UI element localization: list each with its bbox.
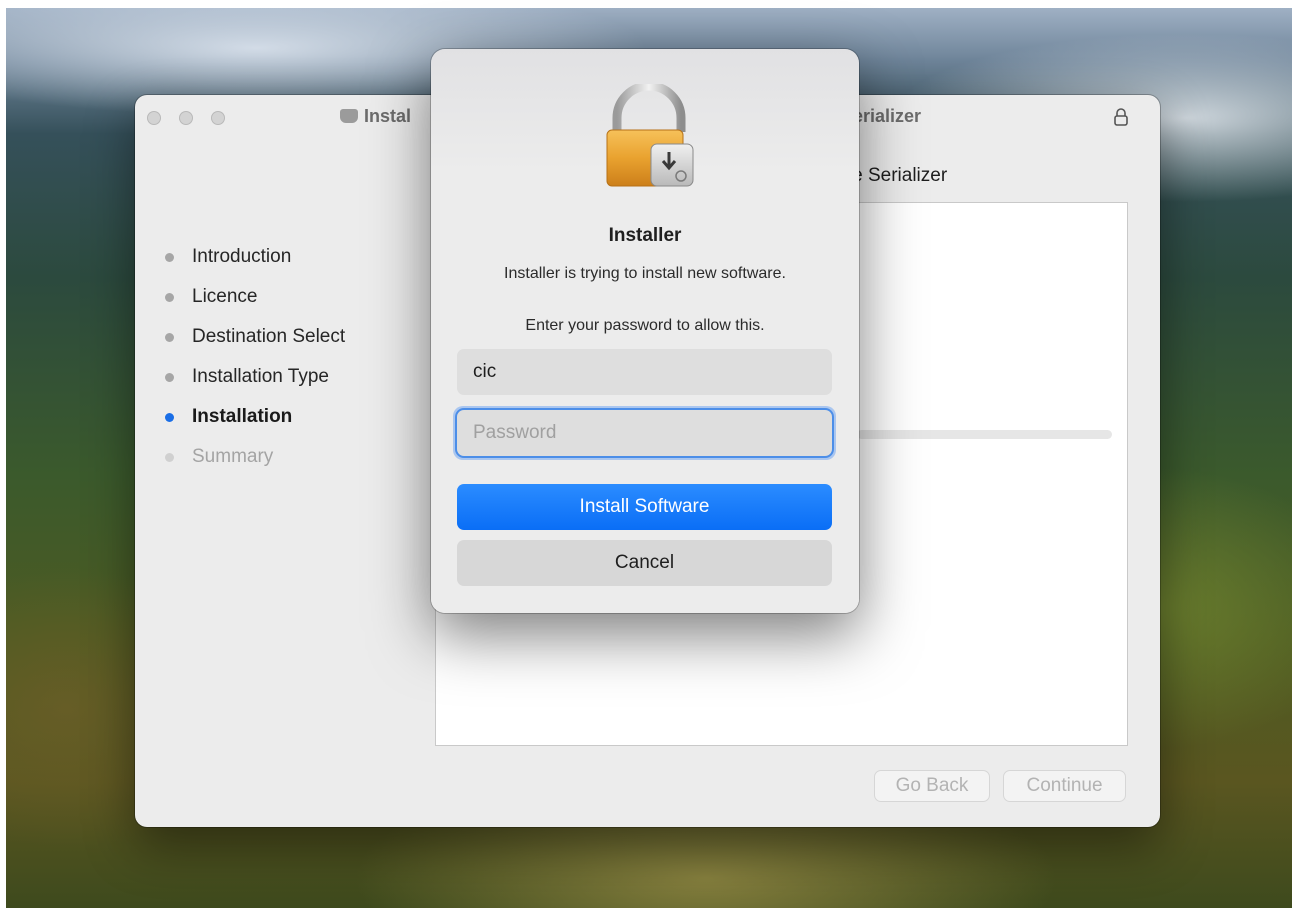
step-installation: Installation <box>165 397 345 437</box>
step-destination-select: Destination Select <box>165 317 345 357</box>
minimize-window-button[interactable] <box>179 111 193 125</box>
lock-disk-icon <box>606 84 694 187</box>
go-back-button[interactable]: Go Back <box>874 770 990 802</box>
cancel-button[interactable]: Cancel <box>457 540 832 586</box>
step-label: Licence <box>192 286 258 307</box>
dialog-message: Installer is trying to install new softw… <box>504 265 786 282</box>
step-dot <box>165 452 174 462</box>
step-dot <box>165 372 174 382</box>
dialog-title: Installer <box>608 225 682 246</box>
step-introduction: Introduction <box>165 237 345 277</box>
step-dot <box>165 252 174 262</box>
step-installation-type: Installation Type <box>165 357 345 397</box>
window-title-text-left: Instal <box>364 106 412 126</box>
lock-icon[interactable] <box>1113 107 1129 127</box>
window-title: Instal <box>340 106 411 127</box>
step-dot <box>165 292 174 302</box>
step-dot <box>165 412 174 422</box>
password-field[interactable] <box>457 410 832 456</box>
zoom-window-button[interactable] <box>211 111 225 125</box>
step-summary: Summary <box>165 437 345 477</box>
step-label: Destination Select <box>192 326 346 347</box>
install-software-button[interactable]: Install Software <box>457 484 832 530</box>
auth-dialog: Installer Installer is trying to install… <box>431 49 859 613</box>
step-licence: Licence <box>165 277 345 317</box>
installer-steps: Introduction Licence Destination Select … <box>165 237 345 477</box>
step-label: Introduction <box>192 246 292 267</box>
continue-button[interactable]: Continue <box>1003 770 1126 802</box>
close-window-button[interactable] <box>147 111 161 125</box>
package-icon <box>340 109 358 123</box>
step-label: Summary <box>192 446 274 467</box>
step-label: Installation <box>192 406 293 427</box>
dialog-prompt: Enter your password to allow this. <box>525 317 765 334</box>
username-field[interactable] <box>457 349 832 395</box>
step-dot <box>165 332 174 342</box>
step-label: Installation Type <box>192 366 329 387</box>
window-title-right: erializer <box>853 106 922 126</box>
installation-progress-bar <box>857 430 1112 439</box>
